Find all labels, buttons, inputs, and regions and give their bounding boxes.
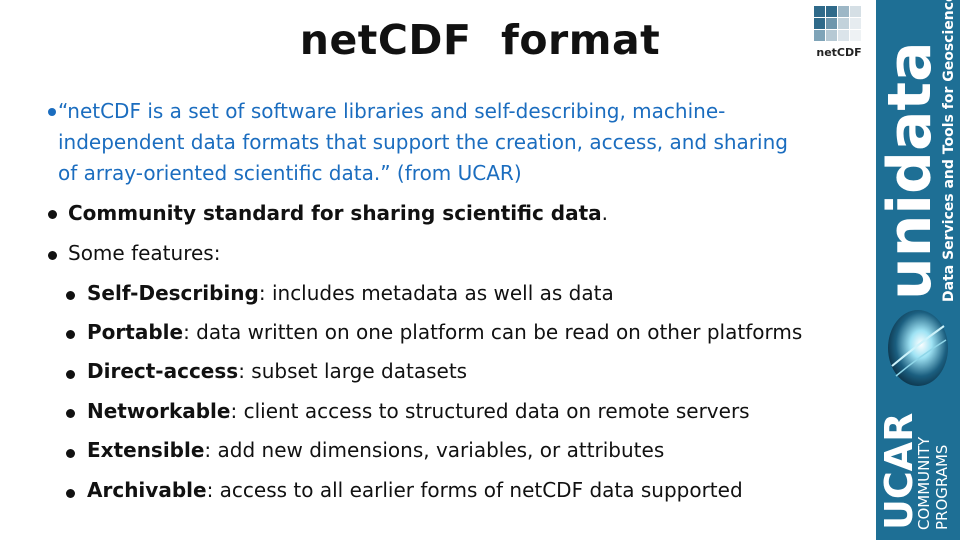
community-tail: . [601,201,608,225]
feature-item: Portable: data written on one platform c… [87,316,802,348]
feature-desc: : data written on one platform can be re… [183,320,803,344]
bullet-dot [66,330,75,339]
ucar-community: COMMUNITY [915,436,933,530]
unidata-globe-icon [888,310,948,386]
ucar-wordmark: UCAR [877,412,921,530]
feature-term: Archivable [87,478,207,502]
feature-term: Portable [87,320,184,344]
bullet-dot [66,409,75,418]
unidata-wordmark: unidata [875,41,945,300]
features-intro: Some features: [68,241,221,265]
feature-item: Extensible: add new dimensions, variable… [87,434,664,466]
unidata-banner: unidata Data Services and Tools for Geos… [875,0,960,540]
bullet-dot [66,489,75,498]
feature-term: Extensible [87,438,205,462]
bullet-dot [66,449,75,458]
feature-term: Self-Describing [87,281,259,305]
feature-desc: : access to all earlier forms of netCDF … [206,478,743,502]
feature-item: Archivable: access to all earlier forms … [87,474,743,506]
feature-desc: : add new dimensions, variables, or attr… [204,438,665,462]
bullet-dot [66,370,75,379]
bullet-dot [48,210,57,219]
feature-desc: : client access to structured data on re… [230,399,750,423]
netcdf-logo: netCDF [810,6,866,62]
feature-item: Self-Describing: includes metadata as we… [87,277,614,309]
feature-desc: : subset large datasets [238,359,468,383]
community-bullet: Community standard for sharing scientifi… [68,197,608,229]
netcdf-logo-grid-icon [814,6,864,46]
feature-item: Networkable: client access to structured… [87,395,750,427]
feature-desc: : includes metadata as well as data [258,281,614,305]
community-bold: Community standard for sharing scientifi… [68,201,602,225]
feature-term: Networkable [87,399,231,423]
unidata-tagline: Data Services and Tools for Geoscience [941,0,957,302]
feature-item: Direct-access: subset large datasets [87,355,467,387]
feature-term: Direct-access [87,359,239,383]
quote-text: “netCDF is a set of software libraries a… [58,99,788,185]
bullet-dot [66,291,75,300]
bullet-dot [48,251,57,260]
netcdf-logo-text: netCDF [816,46,862,59]
bullet-dot [48,108,56,116]
ucar-programs: PROGRAMS [933,444,951,530]
